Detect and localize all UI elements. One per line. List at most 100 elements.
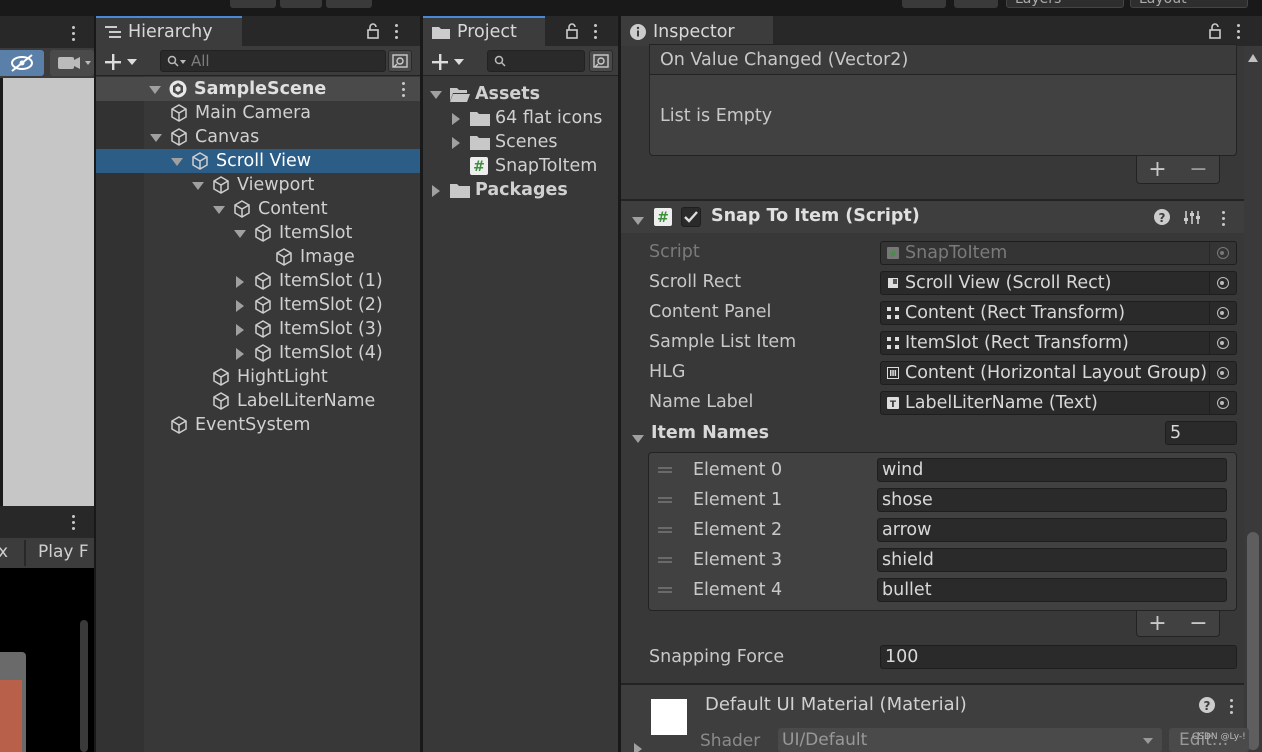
scene-row-kebab[interactable] [401, 82, 405, 97]
object-reference-field[interactable]: ItemSlot (Rect Transform) [880, 331, 1237, 355]
hierarchy-item[interactable]: Viewport [96, 173, 420, 197]
object-picker-button[interactable] [1209, 241, 1235, 265]
hierarchy-item[interactable]: Scroll View [96, 149, 420, 173]
expand-arrow-icon[interactable] [429, 88, 442, 100]
expand-arrow-icon[interactable] [429, 184, 441, 197]
play-focused-dropdown[interactable]: Play F [38, 542, 89, 562]
element-value-field[interactable]: shose [877, 488, 1227, 512]
expand-arrow-icon[interactable] [149, 131, 162, 143]
game-menu-kebab[interactable] [71, 515, 75, 530]
pause-button[interactable] [280, 0, 322, 8]
scrollbar-thumb[interactable] [1247, 532, 1259, 750]
expand-arrow-icon[interactable] [212, 203, 225, 215]
element-value-field[interactable]: wind [877, 458, 1227, 482]
hierarchy-item[interactable]: ItemSlot (3) [96, 317, 420, 341]
search-button[interactable] [954, 0, 998, 8]
element-value-field[interactable]: shield [877, 548, 1227, 572]
tab-hierarchy[interactable]: Hierarchy [96, 16, 242, 46]
remove-element-button[interactable]: − [1189, 611, 1207, 636]
drag-handle-icon[interactable] [658, 587, 672, 593]
hierarchy-menu-kebab[interactable] [394, 23, 398, 39]
object-picker-button[interactable] [1209, 361, 1235, 385]
object-picker-button[interactable] [1209, 301, 1235, 325]
lock-icon[interactable] [1208, 23, 1222, 39]
material-menu-kebab[interactable] [1229, 699, 1233, 714]
object-picker-button[interactable] [1209, 331, 1235, 355]
help-icon[interactable]: ? [1198, 696, 1216, 714]
scene-menu-kebab[interactable] [71, 26, 75, 41]
tab-project[interactable]: Project [423, 16, 545, 46]
object-reference-field[interactable]: Scroll View (Scroll Rect) [880, 271, 1237, 295]
expand-arrow-icon[interactable] [233, 227, 246, 239]
hierarchy-item[interactable]: Content [96, 197, 420, 221]
create-dropdown-button[interactable] [104, 52, 144, 72]
expand-arrow-icon[interactable] [233, 299, 245, 312]
hierarchy-item[interactable]: EventSystem [96, 413, 420, 437]
hierarchy-item[interactable]: Image [96, 245, 420, 269]
object-picker-button[interactable] [1209, 391, 1235, 415]
scene-viewport[interactable] [0, 78, 94, 506]
visibility-toggle[interactable] [0, 50, 44, 76]
account-button[interactable] [902, 0, 946, 8]
foldout-arrow-icon[interactable] [631, 432, 644, 444]
lock-icon[interactable] [565, 23, 579, 39]
play-button[interactable] [230, 0, 276, 8]
drag-handle-icon[interactable] [658, 557, 672, 563]
lock-icon[interactable] [366, 23, 380, 39]
shader-dropdown[interactable]: UI/Default [778, 728, 1162, 752]
scene-row[interactable]: SampleScene [96, 77, 420, 101]
element-value-field[interactable]: bullet [877, 578, 1227, 602]
component-header[interactable]: # Snap To Item (Script) ? [621, 201, 1244, 233]
hierarchy-item[interactable]: ItemSlot [96, 221, 420, 245]
snapping-force-field[interactable]: 100 [880, 645, 1237, 669]
scene-search-button[interactable] [388, 50, 412, 72]
project-item-64-flat-icons[interactable]: 64 flat icons [449, 106, 602, 130]
hierarchy-item[interactable]: Main Camera [96, 101, 420, 125]
expand-arrow-icon[interactable] [170, 155, 183, 167]
project-item-scenes[interactable]: Scenes [449, 130, 557, 154]
project-search-type-button[interactable] [589, 50, 613, 72]
hierarchy-item[interactable]: ItemSlot (2) [96, 293, 420, 317]
layers-dropdown[interactable]: Layers [1006, 0, 1124, 8]
drag-handle-icon[interactable] [658, 527, 672, 533]
expand-arrow-icon[interactable] [449, 112, 461, 125]
expand-arrow-icon[interactable] [233, 323, 245, 336]
drag-handle-icon[interactable] [658, 497, 672, 503]
hierarchy-item[interactable]: Canvas [96, 125, 420, 149]
help-icon[interactable]: ? [1153, 208, 1171, 226]
remove-button[interactable]: − [1189, 157, 1207, 182]
preset-sliders-icon[interactable] [1183, 208, 1201, 226]
project-menu-kebab[interactable] [593, 23, 597, 39]
object-reference-field[interactable]: Content (Rect Transform) [880, 301, 1237, 325]
inspector-scrollbar[interactable] [1244, 46, 1262, 752]
expand-arrow-icon[interactable] [148, 83, 161, 95]
object-reference-field[interactable]: # SnapToItem [880, 241, 1237, 265]
expand-arrow-icon[interactable] [233, 347, 245, 360]
project-create-button[interactable] [431, 52, 471, 72]
expand-arrow-icon[interactable] [191, 179, 204, 191]
material-fold-icon[interactable] [631, 742, 643, 752]
step-button[interactable] [326, 0, 372, 8]
hierarchy-item[interactable]: LabelLiterName [96, 389, 420, 413]
material-header[interactable]: Default UI Material (Material) ? Shader … [621, 685, 1249, 752]
component-enabled-checkbox[interactable] [681, 207, 701, 227]
element-value-field[interactable]: arrow [877, 518, 1227, 542]
inspector-menu-kebab[interactable] [1236, 23, 1240, 39]
component-fold-icon[interactable] [631, 214, 644, 226]
add-element-button[interactable]: + [1148, 611, 1166, 636]
object-reference-field[interactable]: T LabelLiterName (Text) [880, 391, 1237, 415]
project-item-assets[interactable]: Assets [429, 82, 540, 106]
scroll-up-icon[interactable] [1248, 54, 1258, 62]
expand-arrow-icon[interactable] [233, 275, 245, 288]
item-names-foldout[interactable]: Item Names [629, 423, 1229, 447]
project-item-snaptoitem[interactable]: # SnapToItem [469, 154, 597, 178]
item-names-size-field[interactable]: 5 [1165, 421, 1237, 445]
add-button[interactable]: + [1148, 157, 1166, 182]
hierarchy-item[interactable]: HightLight [96, 365, 420, 389]
layout-dropdown[interactable]: Layout [1130, 0, 1248, 8]
object-picker-button[interactable] [1209, 271, 1235, 295]
hierarchy-item[interactable]: ItemSlot (1) [96, 269, 420, 293]
hierarchy-search-input[interactable]: All [160, 50, 386, 72]
camera-button[interactable] [50, 50, 94, 76]
hierarchy-item[interactable]: ItemSlot (4) [96, 341, 420, 365]
